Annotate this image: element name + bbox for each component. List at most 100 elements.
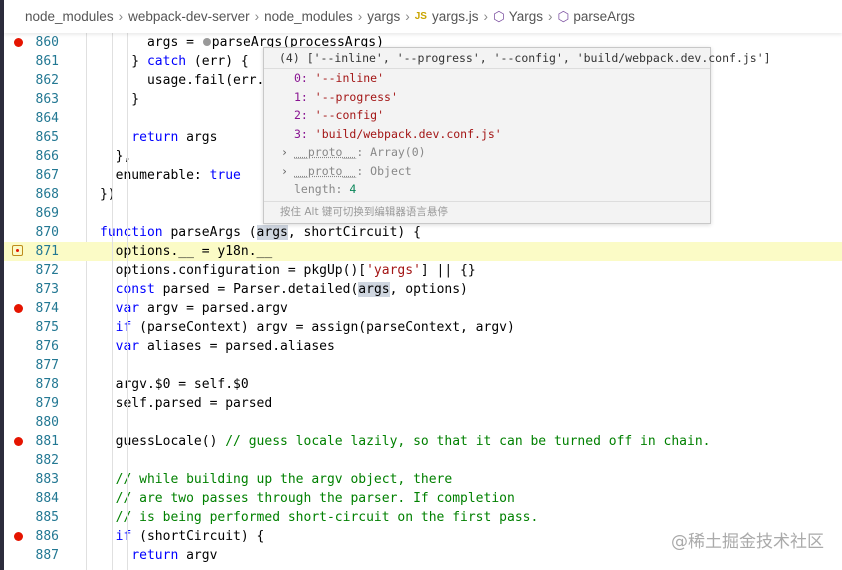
- code-line: 879 self.parsed = parsed: [4, 394, 842, 413]
- proto-key: __proto__: [294, 163, 357, 178]
- item-value: '--inline': [314, 71, 385, 85]
- code-text: return argv: [100, 546, 217, 565]
- code-token: , options): [389, 282, 468, 297]
- breadcrumb-item[interactable]: node_modules: [25, 9, 114, 24]
- length-value: 4: [349, 182, 357, 196]
- code-token: // guess locale lazily, so that it can b…: [225, 434, 711, 449]
- code-text: var aliases = parsed.aliases: [100, 337, 335, 356]
- code-token: options.__ = y18n.__: [100, 244, 273, 259]
- code-token: guessLocale(): [100, 434, 226, 449]
- chevron-right-icon: ›: [483, 9, 488, 24]
- line-number: 863: [35, 92, 59, 107]
- code-line: 881 guessLocale() // guess locale lazily…: [4, 432, 842, 451]
- chevron-right-icon: ›: [118, 9, 124, 24]
- code-token: if: [115, 320, 132, 335]
- code-token: (err) {: [186, 54, 249, 69]
- line-number: 877: [35, 358, 59, 373]
- code-token: // are two passes through the parser. If…: [115, 491, 515, 506]
- line-number: 873: [35, 282, 59, 297]
- code-line: 873 const parsed = Parser.detailed(args,…: [4, 280, 842, 299]
- chevron-right-icon[interactable]: ›: [281, 143, 288, 162]
- chevron-right-icon: ›: [357, 9, 363, 24]
- colon: :: [356, 163, 371, 178]
- code-token: // is being performed short-circuit on t…: [115, 510, 539, 525]
- code-token: (shortCircuit) {: [131, 529, 265, 544]
- line-number: 860: [35, 35, 59, 50]
- code-line: 872 options.configuration = pkgUp()['yar…: [4, 261, 842, 280]
- hover-array-item: 2: '--config': [264, 106, 710, 125]
- breadcrumb-item[interactable]: node_modules: [264, 9, 353, 24]
- hover-proto-item[interactable]: › __proto__: Array(0): [264, 143, 710, 162]
- line-number: 867: [35, 168, 59, 183]
- line-number: 882: [35, 453, 59, 468]
- code-text: // are two passes through the parser. If…: [100, 489, 515, 508]
- line-number: 887: [35, 548, 59, 563]
- code-line: 871 options.__ = y18n.__: [4, 242, 842, 261]
- hover-footer-hint: 按住 Alt 键可切换到编辑器语言悬停: [264, 201, 710, 223]
- item-key: 3:: [294, 126, 315, 141]
- code-token: // while building up the argv object, th…: [115, 472, 453, 487]
- code-line: 884 // are two passes through the parser…: [4, 489, 842, 508]
- code-token: const: [115, 282, 155, 297]
- code-token: true: [209, 168, 241, 183]
- line-number: 862: [35, 73, 59, 88]
- chevron-right-icon[interactable]: ›: [281, 162, 288, 181]
- chevron-right-icon: ›: [405, 9, 410, 24]
- line-number: 861: [35, 54, 59, 69]
- watermark: @稀土掘金技术社区: [671, 532, 824, 552]
- code-token: args: [178, 130, 218, 145]
- code-token: argv: [178, 548, 218, 563]
- line-number: 878: [35, 377, 59, 392]
- item-value: '--progress': [314, 89, 398, 104]
- debug-hover-widget: (4) ['--inline', '--progress', '--config…: [263, 47, 771, 224]
- code-text: } catch (err) {: [100, 52, 249, 71]
- code-token: return: [131, 548, 179, 563]
- inline-breakpoint-icon[interactable]: [202, 38, 211, 46]
- code-text: // is being performed short-circuit on t…: [100, 508, 539, 527]
- line-number: 886: [35, 529, 59, 544]
- line-number: 880: [35, 415, 59, 430]
- breadcrumb-item[interactable]: parseArgs: [573, 9, 635, 24]
- code-token: self.parsed = parsed: [100, 396, 273, 411]
- code-token: (parseContext) argv = assign(parseContex…: [131, 320, 515, 335]
- code-line: 880: [4, 413, 842, 432]
- code-token: catch: [146, 54, 187, 69]
- indent-guide: [112, 33, 113, 570]
- code-text: if (shortCircuit) {: [100, 527, 265, 546]
- breadcrumb-item[interactable]: webpack-dev-server: [128, 9, 250, 24]
- line-number: 881: [35, 434, 59, 449]
- code-token: args =: [100, 35, 202, 50]
- line-number: 874: [35, 301, 59, 316]
- hover-array-item: 3: 'build/webpack.dev.conf.js': [264, 125, 710, 144]
- line-number: 883: [35, 472, 59, 487]
- line-number: 868: [35, 187, 59, 202]
- code-text: function parseArgs (args, shortCircuit) …: [100, 223, 421, 242]
- code-line: 874 var argv = parsed.argv: [4, 299, 842, 318]
- breadcrumb-item[interactable]: Yargs: [509, 9, 543, 24]
- code-token: aliases = parsed.aliases: [139, 339, 335, 354]
- code-token: args: [256, 225, 288, 240]
- code-token: }: [100, 92, 140, 107]
- line-number: 885: [35, 510, 59, 525]
- indent-guide: [127, 33, 128, 570]
- code-line: 875 if (parseContext) argv = assign(pars…: [4, 318, 842, 337]
- breadcrumb-item[interactable]: yargs: [367, 9, 400, 24]
- chevron-right-icon: ›: [254, 9, 260, 24]
- line-number: 879: [35, 396, 59, 411]
- breadcrumb-item[interactable]: yargs.js: [432, 9, 479, 24]
- code-token: }: [100, 54, 147, 69]
- code-token: args: [358, 282, 390, 297]
- hover-proto-item[interactable]: › __proto__: Object: [264, 162, 710, 181]
- cube-icon: ⬡: [492, 8, 505, 24]
- code-line: 876 var aliases = parsed.aliases: [4, 337, 842, 356]
- code-text: options.configuration = pkgUp()['yargs']…: [100, 261, 476, 280]
- proto-key: __proto__: [294, 145, 357, 159]
- cube-icon: ⬡: [557, 8, 570, 24]
- code-token: enumerable:: [100, 168, 210, 183]
- code-text: self.parsed = parsed: [100, 394, 273, 413]
